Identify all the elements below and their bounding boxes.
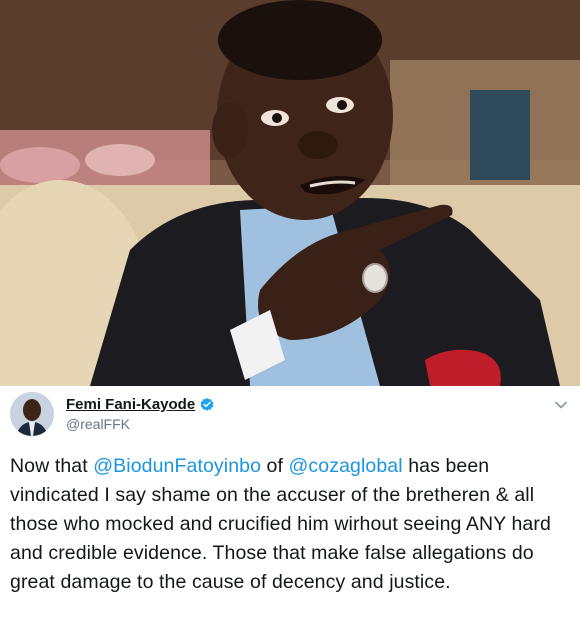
tweet-text-part: Now that	[10, 455, 94, 477]
verified-badge-icon	[200, 397, 214, 411]
chevron-down-icon[interactable]	[554, 398, 568, 412]
tweet-text-part: of	[261, 455, 289, 477]
tweet-photo[interactable]	[0, 0, 580, 386]
avatar[interactable]	[10, 392, 54, 436]
mention-link[interactable]: @BiodunFatoyinbo	[93, 455, 261, 477]
tweet-text: Now that @BiodunFatoyinbo of @cozaglobal…	[10, 452, 572, 597]
mention-link[interactable]: @cozaglobal	[289, 455, 403, 477]
author-row: Femi Fani-Kayode	[66, 396, 215, 413]
display-name[interactable]: Femi Fani-Kayode	[66, 396, 195, 413]
user-handle[interactable]: @realFFK	[66, 416, 130, 432]
man-pointing-photo	[0, 0, 580, 386]
tweet-card: Femi Fani-Kayode @realFFK Now that @Biod…	[0, 386, 580, 629]
